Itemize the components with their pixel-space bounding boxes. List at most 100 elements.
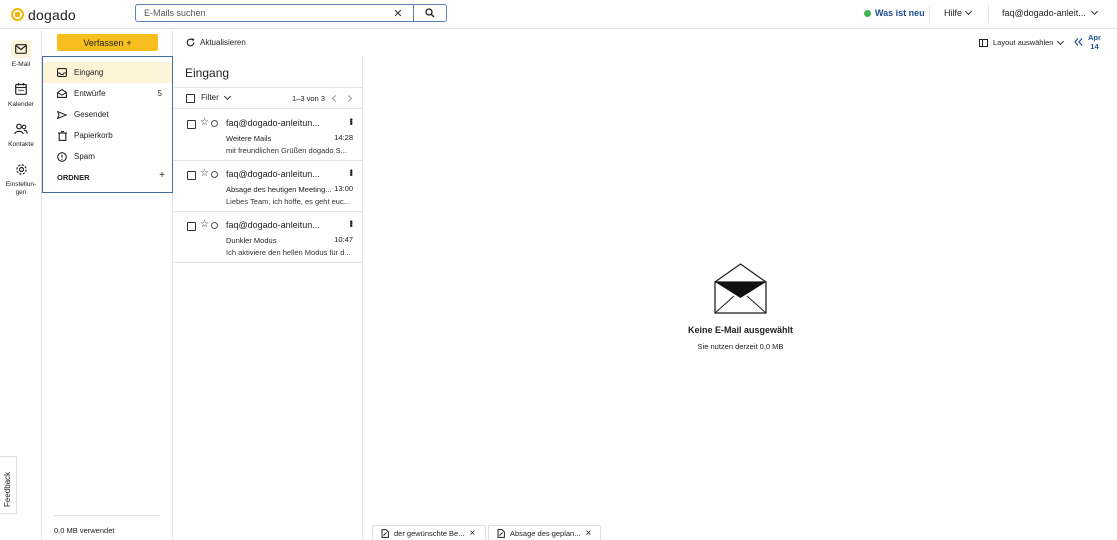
mail-checkbox[interactable] xyxy=(187,171,196,180)
star-icon[interactable]: ☆ xyxy=(200,168,209,179)
mail-sender: faq@dogado-anleitun... xyxy=(226,169,320,179)
draft-tab[interactable]: Absage des geplan... × xyxy=(488,525,601,540)
unread-toggle-icon[interactable] xyxy=(211,171,218,178)
chevron-down-icon xyxy=(223,92,231,100)
folder-list: Eingang Entwürfe 5 Gesendet Papierkorb S… xyxy=(42,56,173,193)
plus-icon: + xyxy=(126,37,132,48)
help-menu[interactable]: Hilfe xyxy=(944,7,973,18)
more-options-icon[interactable]: ••• xyxy=(346,118,356,124)
whats-new-link[interactable]: Was ist neu xyxy=(864,8,925,18)
folder-item-drafts[interactable]: Entwürfe 5 xyxy=(43,83,172,104)
brand-logo[interactable]: dogado xyxy=(11,6,76,23)
storage-usage: 0,0 MB verwendet xyxy=(54,526,115,535)
star-icon[interactable]: ☆ xyxy=(200,117,209,128)
close-icon[interactable]: × xyxy=(585,528,591,539)
rail-label: Kontakte xyxy=(8,141,34,148)
mail-checkbox[interactable] xyxy=(187,222,196,231)
date-month: Apr xyxy=(1088,33,1101,42)
drafts-icon xyxy=(57,89,67,99)
next-page-icon[interactable] xyxy=(344,94,352,103)
send-icon xyxy=(57,110,67,120)
search-input[interactable] xyxy=(136,5,383,21)
unread-toggle-icon[interactable] xyxy=(211,222,218,229)
calendar-icon xyxy=(11,80,31,98)
folder-item-sent[interactable]: Gesendet xyxy=(43,104,172,125)
draft-tab-label: der gewünschte Be... xyxy=(394,528,465,538)
clear-search-icon[interactable]: ✕ xyxy=(383,5,413,21)
folder-label: Entwürfe xyxy=(74,89,106,98)
list-title: Eingang xyxy=(185,66,230,80)
rail-item-email[interactable]: E-Mail xyxy=(0,40,42,68)
search-bar: ✕ xyxy=(135,4,447,22)
more-options-icon[interactable]: ••• xyxy=(346,220,356,226)
mail-time: 13:00 xyxy=(334,184,353,193)
star-icon[interactable]: ☆ xyxy=(200,219,209,230)
compose-button[interactable]: Verfassen + xyxy=(57,34,158,51)
mail-checkbox[interactable] xyxy=(187,120,196,129)
empty-state-title: Keine E-Mail ausgewählt xyxy=(687,325,794,335)
layout-select[interactable]: Layout auswählen xyxy=(979,37,1065,47)
feedback-label: Feedback xyxy=(3,471,12,507)
rail-item-contacts[interactable]: Kontakte xyxy=(0,120,42,148)
online-status-dot xyxy=(864,9,871,17)
divider xyxy=(988,5,989,23)
compose-label: Verfassen xyxy=(83,37,124,48)
rail-item-calendar[interactable]: Kalender xyxy=(0,80,42,108)
folder-label: Eingang xyxy=(74,68,104,77)
divider xyxy=(54,515,160,516)
mail-list: Eingang Filter 1–3 von 3 ☆ faq@dogado-an… xyxy=(174,56,363,540)
mail-preview: Ich aktiviere den hellen Modus für d... xyxy=(226,248,350,257)
folder-label: Papierkorb xyxy=(74,131,113,140)
calendar-collapse-toggle[interactable]: Apr 14 xyxy=(1074,33,1101,51)
spam-icon xyxy=(57,151,67,162)
rail-item-settings[interactable]: Einstellun- gen xyxy=(0,160,42,197)
folder-item-trash[interactable]: Papierkorb xyxy=(43,125,172,146)
user-menu[interactable]: faq@dogado-anleit... xyxy=(1002,7,1098,18)
folder-item-inbox[interactable]: Eingang xyxy=(43,62,172,83)
select-all-checkbox[interactable] xyxy=(186,94,195,103)
list-toolbar: Filter 1–3 von 3 xyxy=(174,87,363,109)
date-badge: Apr 14 xyxy=(1088,33,1101,51)
pager-label: 1–3 von 3 xyxy=(292,94,325,103)
close-icon[interactable]: × xyxy=(469,528,475,539)
mail-sender: faq@dogado-anleitun... xyxy=(226,220,320,230)
folder-count: 5 xyxy=(157,89,162,98)
mail-preview: Liebes Team, ich hoffe, es geht euc... xyxy=(226,197,350,206)
empty-state-subtitle: Sie nutzen derzeit 0,0 MB xyxy=(697,342,784,351)
folder-item-spam[interactable]: Spam xyxy=(43,146,172,167)
dogado-logo-icon xyxy=(11,8,24,21)
unread-toggle-icon[interactable] xyxy=(211,120,218,127)
folder-label: Spam xyxy=(74,152,95,161)
feedback-tab[interactable]: Feedback xyxy=(0,456,17,514)
contacts-icon xyxy=(11,120,31,138)
folder-section-header: ORDNER + xyxy=(57,170,165,182)
chevron-down-icon xyxy=(964,7,973,16)
mail-subject: Weitere Mails xyxy=(226,134,272,143)
filter-label: Filter xyxy=(201,93,219,102)
mail-subject: Absage des heutigen Meeting... xyxy=(226,185,332,194)
section-label: ORDNER xyxy=(57,173,90,182)
layout-icon xyxy=(979,38,988,47)
search-button[interactable] xyxy=(413,5,446,21)
mail-sender: faq@dogado-anleitun... xyxy=(226,118,320,128)
help-label: Hilfe xyxy=(944,8,963,18)
rail-label: Einstellun- gen xyxy=(5,181,37,196)
rail-label: Kalender xyxy=(7,101,35,108)
open-envelope-icon xyxy=(714,263,767,314)
brand-name: dogado xyxy=(28,6,76,23)
layout-label: Layout auswählen xyxy=(993,38,1054,47)
double-chevron-left-icon xyxy=(1074,38,1083,46)
mail-row[interactable]: ☆ faq@dogado-anleitun... ••• Weitere Mai… xyxy=(174,110,363,161)
prev-page-icon[interactable] xyxy=(331,94,339,103)
trash-icon xyxy=(57,130,67,141)
gear-icon xyxy=(11,160,31,178)
mail-row[interactable]: ☆ faq@dogado-anleitun... ••• Absage des … xyxy=(174,161,363,212)
draft-tab[interactable]: der gewünschte Be... × xyxy=(372,525,486,540)
filter-dropdown[interactable]: Filter xyxy=(201,92,231,102)
add-folder-icon[interactable]: + xyxy=(159,170,165,182)
refresh-button[interactable]: Aktualisieren xyxy=(186,38,246,47)
mail-icon xyxy=(11,40,31,58)
mail-row[interactable]: ☆ faq@dogado-anleitun... ••• Dunkler Mod… xyxy=(174,212,363,263)
divider xyxy=(929,5,930,23)
more-options-icon[interactable]: ••• xyxy=(346,169,356,175)
